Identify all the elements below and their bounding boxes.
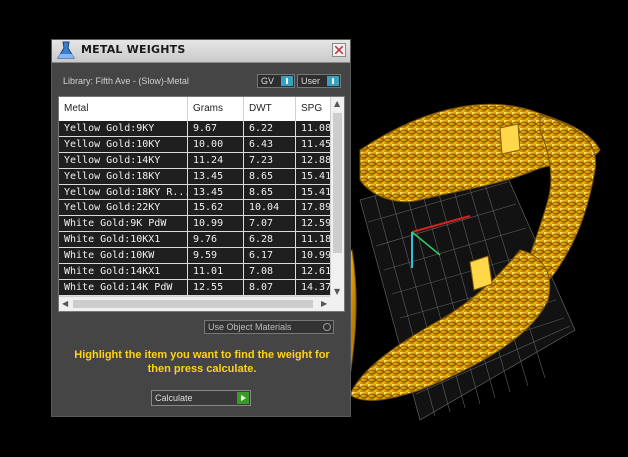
user-toggle-label: User <box>301 76 321 86</box>
metal-table[interactable]: Metal Grams DWT SPG Yellow Gold:9KY 9.67 6… <box>58 96 345 312</box>
cell-metal: White Gold:10KX1 <box>59 232 188 248</box>
table-row[interactable]: White Gold:14KX1 11.01 7.08 12.61 <box>59 264 336 280</box>
metal-weights-flask-icon <box>55 41 77 61</box>
scroll-down-icon[interactable]: ▼ <box>334 287 340 296</box>
table-row[interactable]: Yellow Gold:22KY 15.62 10.04 17.89 <box>59 200 336 217</box>
horizontal-scrollbar[interactable]: ◀ ▶ <box>59 296 344 311</box>
instruction-text: Highlight the item you want to find the … <box>74 349 330 375</box>
cell-grams: 11.24 <box>188 152 244 168</box>
cell-grams: 13.45 <box>188 184 244 200</box>
cell-metal: Yellow Gold:18KY R... <box>59 184 188 200</box>
use-object-materials-label: Use Object Materials <box>208 322 292 332</box>
table-header: Metal Grams DWT SPG <box>59 97 336 121</box>
gv-toggle-label: GV <box>261 76 275 86</box>
cell-dwt: 8.65 <box>244 184 296 200</box>
cell-dwt: 8.65 <box>244 168 296 184</box>
cell-grams: 9.76 <box>188 232 244 248</box>
column-header-grams[interactable]: Grams <box>188 97 244 121</box>
table-row[interactable]: Yellow Gold:18KY R... 13.45 8.65 15.41 <box>59 184 336 201</box>
cell-metal: Yellow Gold:18KY <box>59 168 188 184</box>
cell-metal: Yellow Gold:9KY <box>59 121 188 136</box>
calculate-label: Calculate <box>155 393 193 403</box>
title-bar[interactable]: METAL WEIGHTS <box>52 40 350 63</box>
scrollbar-corner <box>330 296 344 311</box>
calculate-button[interactable]: Calculate <box>151 390 251 406</box>
metal-weights-panel: METAL WEIGHTS Library: Fifth Ave - (Slow… <box>51 39 351 417</box>
table-row[interactable]: White Gold:14K PdW 12.55 8.07 14.37 <box>59 279 336 296</box>
table-row[interactable]: White Gold:10KX1 9.76 6.28 11.18 <box>59 232 336 249</box>
cell-metal: White Gold:14K PdW <box>59 279 188 295</box>
cell-metal: Yellow Gold:10KY <box>59 136 188 152</box>
scroll-up-icon[interactable]: ▲ <box>334 99 340 108</box>
play-arrow-icon <box>237 392 249 404</box>
cell-metal: White Gold:14KX1 <box>59 264 188 280</box>
cell-metal: White Gold:9K PdW <box>59 216 188 232</box>
use-object-materials-option[interactable]: Use Object Materials <box>204 320 334 334</box>
table-body: Yellow Gold:9KY 9.67 6.22 11.08 Yellow Gold:… <box>59 121 336 296</box>
cell-dwt: 10.04 <box>244 200 296 216</box>
vertical-scrollbar[interactable]: ▲ ▼ <box>330 97 344 298</box>
cell-grams: 10.00 <box>188 136 244 152</box>
cell-dwt: 6.22 <box>244 121 296 136</box>
horizontal-scroll-thumb[interactable] <box>73 300 313 308</box>
table-row[interactable]: White Gold:9K PdW 10.99 7.07 12.59 <box>59 216 336 233</box>
toggle-switch-icon <box>327 76 339 86</box>
toggle-switch-icon <box>281 76 293 86</box>
cell-dwt: 6.17 <box>244 248 296 264</box>
cell-grams: 9.67 <box>188 121 244 136</box>
cell-grams: 9.59 <box>188 248 244 264</box>
cell-metal: Yellow Gold:14KY <box>59 152 188 168</box>
cell-grams: 12.55 <box>188 279 244 295</box>
scroll-left-icon[interactable]: ◀ <box>62 299 68 308</box>
cell-metal: Yellow Gold:22KY <box>59 200 188 216</box>
cell-grams: 10.99 <box>188 216 244 232</box>
cell-metal: White Gold:10KW <box>59 248 188 264</box>
window-title: METAL WEIGHTS <box>81 43 186 56</box>
close-button[interactable] <box>332 43 346 57</box>
table-row[interactable]: Yellow Gold:14KY 11.24 7.23 12.88 <box>59 152 336 169</box>
column-header-dwt[interactable]: DWT <box>244 97 296 121</box>
gv-toggle[interactable]: GV <box>257 74 295 88</box>
cell-dwt: 6.28 <box>244 232 296 248</box>
user-toggle[interactable]: User <box>297 74 341 88</box>
cell-dwt: 7.23 <box>244 152 296 168</box>
table-row[interactable]: Yellow Gold:18KY 13.45 8.65 15.41 <box>59 168 336 185</box>
library-label: Library: Fifth Ave - (Slow)-Metal <box>63 76 189 86</box>
cell-dwt: 6.43 <box>244 136 296 152</box>
cell-dwt: 7.07 <box>244 216 296 232</box>
table-row[interactable]: White Gold:10KW 9.59 6.17 10.99 <box>59 248 336 265</box>
cell-grams: 11.01 <box>188 264 244 280</box>
cell-dwt: 7.08 <box>244 264 296 280</box>
vertical-scroll-thumb[interactable] <box>333 113 342 253</box>
table-row[interactable]: Yellow Gold:9KY 9.67 6.22 11.08 <box>59 121 336 137</box>
scroll-right-icon[interactable]: ▶ <box>321 299 327 308</box>
cell-dwt: 8.07 <box>244 279 296 295</box>
cell-grams: 15.62 <box>188 200 244 216</box>
radio-icon[interactable] <box>323 323 331 331</box>
column-header-metal[interactable]: Metal <box>59 97 188 121</box>
cell-grams: 13.45 <box>188 168 244 184</box>
table-row[interactable]: Yellow Gold:10KY 10.00 6.43 11.45 <box>59 136 336 153</box>
close-icon <box>335 46 343 54</box>
